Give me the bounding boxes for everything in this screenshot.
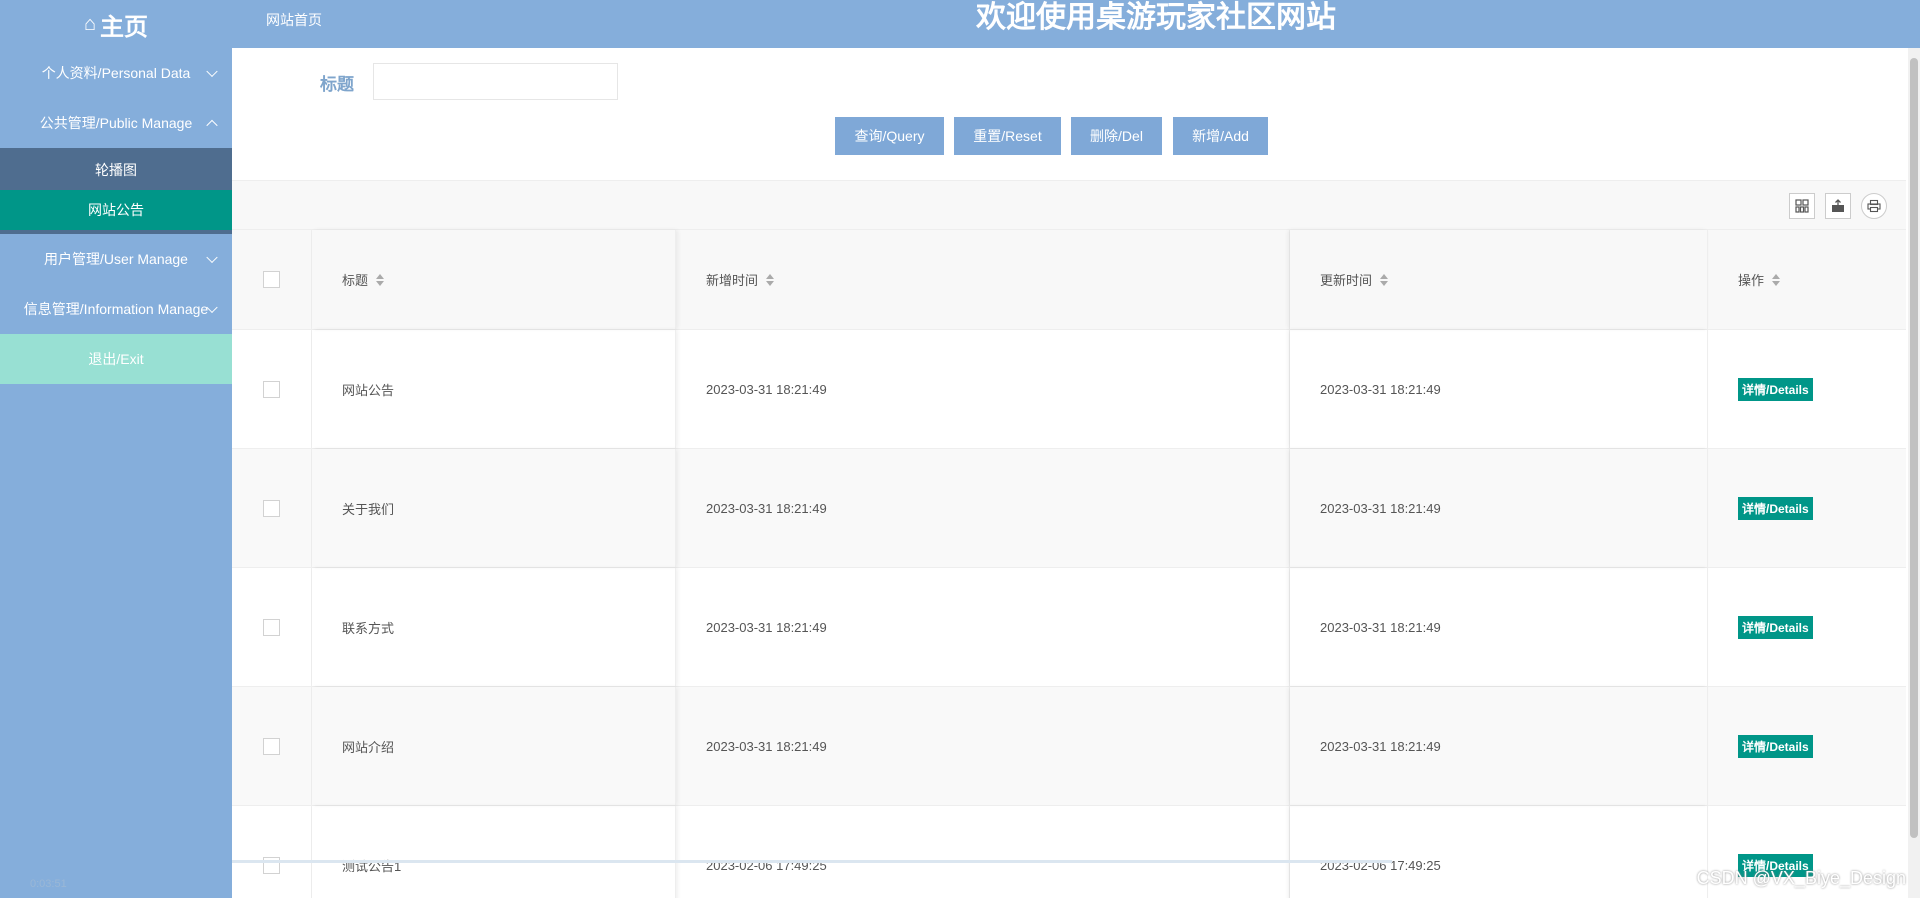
row-updated: 2023-03-31 18:21:49 [1290, 449, 1708, 567]
site-title: 欢迎使用桌游玩家社区网站 [976, 1, 1336, 34]
row-select-cell [232, 806, 312, 898]
home-label: 主页 [100, 13, 149, 41]
header-updated[interactable]: 更新时间 [1290, 230, 1708, 329]
sidebar: 个人资料/Personal Data 公共管理/Public Manage 轮播… [0, 48, 232, 898]
row-updated: 2023-03-31 18:21:49 [1290, 330, 1708, 448]
title-search-input[interactable] [373, 63, 618, 100]
row-created: 2023-03-31 18:21:49 [676, 687, 1290, 805]
table-row[interactable]: 联系方式 2023-03-31 18:21:49 2023-03-31 18:2… [232, 568, 1906, 687]
home-link[interactable]: ⌂ 主页 [0, 0, 232, 48]
row-title: 网站公告 [312, 330, 676, 448]
sidebar-subitem-carousel[interactable]: 轮播图 [0, 150, 232, 190]
sidebar-item-personal-data[interactable]: 个人资料/Personal Data [0, 48, 232, 98]
table-row[interactable]: 网站公告 2023-03-31 18:21:49 2023-03-31 18:2… [232, 330, 1906, 449]
main-content: 标题 查询/Query 重置/Reset 删除/Del 新增/Add 标题 新增… [232, 48, 1920, 898]
row-checkbox[interactable] [263, 737, 280, 755]
row-title: 联系方式 [312, 568, 676, 686]
scrollbar-thumb[interactable] [1910, 58, 1918, 838]
row-updated: 2023-02-06 17:49:25 [1290, 806, 1708, 898]
sort-icon[interactable] [766, 273, 775, 286]
details-button[interactable]: 详情/Details [1738, 496, 1813, 520]
table-header-row: 标题 新增时间 更新时间 操作 [232, 230, 1906, 330]
row-action-cell: 详情/Details [1708, 568, 1906, 686]
notice-table: 标题 新增时间 更新时间 操作 网站公告 2023-03-31 18:21:49… [232, 230, 1906, 898]
row-select-cell [232, 330, 312, 448]
home-icon: ⌂ [83, 12, 97, 35]
delete-button[interactable]: 删除/Del [1071, 117, 1162, 155]
header-created[interactable]: 新增时间 [676, 230, 1290, 329]
select-all-checkbox[interactable] [263, 271, 280, 288]
header-title[interactable]: 标题 [312, 230, 676, 329]
select-all-cell [232, 230, 312, 329]
sort-icon[interactable] [376, 273, 385, 286]
top-header: ⌂ 主页 网站首页 欢迎使用桌游玩家社区网站 [0, 0, 1920, 48]
chevron-down-icon [206, 251, 218, 264]
row-created: 2023-03-31 18:21:49 [676, 568, 1290, 686]
row-created: 2023-03-31 18:21:49 [676, 330, 1290, 448]
add-button[interactable]: 新增/Add [1173, 117, 1268, 155]
row-action-cell: 详情/Details [1708, 449, 1906, 567]
table-row[interactable]: 测试公告1 2023-02-06 17:49:25 2023-02-06 17:… [232, 806, 1906, 898]
header-created-label: 新增时间 [706, 273, 759, 288]
sidebar-subitem-site-notice[interactable]: 网站公告 [0, 190, 232, 230]
sidebar-item-label: 用户管理/User Manage [44, 251, 188, 267]
sidebar-item-user-manage[interactable]: 用户管理/User Manage [0, 234, 232, 284]
row-checkbox[interactable] [263, 499, 280, 517]
row-checkbox[interactable] [263, 380, 280, 398]
export-icon[interactable] [1825, 193, 1851, 219]
row-select-cell [232, 687, 312, 805]
exit-button[interactable]: 退出/Exit [0, 334, 232, 384]
table-row[interactable]: 网站介绍 2023-03-31 18:21:49 2023-03-31 18:2… [232, 687, 1906, 806]
row-created: 2023-03-31 18:21:49 [676, 449, 1290, 567]
row-title: 测试公告1 [312, 806, 676, 898]
row-title: 关于我们 [312, 449, 676, 567]
row-checkbox[interactable] [263, 618, 280, 636]
video-progress-line [232, 860, 1392, 863]
watermark: CSDN @VX_Biye_Design [1696, 868, 1906, 888]
reset-button[interactable]: 重置/Reset [954, 117, 1061, 155]
row-action-cell: 详情/Details [1708, 687, 1906, 805]
header-action-label: 操作 [1738, 273, 1765, 288]
row-action-cell: 详情/Details [1708, 330, 1906, 448]
row-select-cell [232, 568, 312, 686]
chevron-up-icon [206, 119, 218, 132]
details-button[interactable]: 详情/Details [1738, 734, 1813, 758]
row-created: 2023-02-06 17:49:25 [676, 806, 1290, 898]
row-updated: 2023-03-31 18:21:49 [1290, 568, 1708, 686]
header-action[interactable]: 操作 [1708, 230, 1906, 329]
table-row[interactable]: 关于我们 2023-03-31 18:21:49 2023-03-31 18:2… [232, 449, 1906, 568]
header-updated-label: 更新时间 [1320, 273, 1373, 288]
video-timer: 0:03:51 [30, 878, 67, 890]
row-title: 网站介绍 [312, 687, 676, 805]
sidebar-item-information-manage[interactable]: 信息管理/Information Manage [0, 284, 232, 334]
columns-icon[interactable] [1789, 193, 1815, 219]
submenu-public-manage: 轮播图 网站公告 [0, 148, 232, 234]
chevron-down-icon [206, 65, 218, 78]
sidebar-item-public-manage[interactable]: 公共管理/Public Manage [0, 98, 232, 148]
sidebar-item-label: 个人资料/Personal Data [41, 65, 191, 81]
sort-icon[interactable] [1380, 273, 1389, 286]
sort-icon[interactable] [1772, 273, 1781, 286]
search-label: 标题 [320, 75, 354, 94]
details-button[interactable]: 详情/Details [1738, 377, 1813, 401]
header-title-label: 标题 [342, 273, 369, 288]
row-updated: 2023-03-31 18:21:49 [1290, 687, 1708, 805]
query-button[interactable]: 查询/Query [835, 117, 944, 155]
row-select-cell [232, 449, 312, 567]
sidebar-item-label: 信息管理/Information Manage [23, 301, 209, 317]
print-icon[interactable] [1861, 193, 1887, 219]
page-scrollbar[interactable] [1908, 48, 1920, 898]
sidebar-item-label: 公共管理/Public Manage [39, 115, 193, 131]
table-toolbar [232, 180, 1906, 230]
details-button[interactable]: 详情/Details [1738, 615, 1813, 639]
